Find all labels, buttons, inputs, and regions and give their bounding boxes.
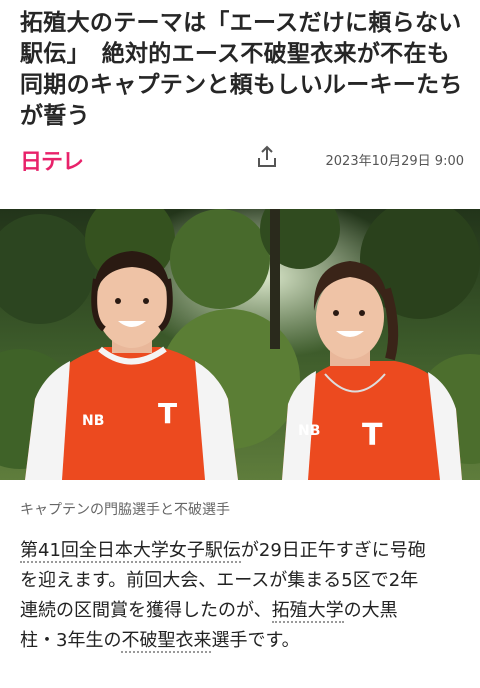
- link-takushoku-university[interactable]: 拓殖大学: [271, 600, 344, 623]
- article-meta: 日テレ 2023年10月29日 9:00: [20, 142, 464, 176]
- body-line-1: 第41回全日本大学女子駅伝が29日正午すぎに号砲: [20, 540, 426, 563]
- jersey-brand-left: NB: [82, 413, 104, 429]
- jersey-brand-right: NB: [298, 423, 320, 439]
- body-line-3: 連続の区間賞を獲得したのが、拓殖大学の大黒: [20, 600, 398, 623]
- link-fuwa-seira[interactable]: 不破聖衣来: [121, 630, 212, 653]
- body-line-2: を迎えます。前回大会、エースが集まる5区で2年: [20, 570, 419, 591]
- jersey-letter-right: T: [362, 418, 383, 453]
- body-line-4: 柱・3年生の不破聖衣来選手です。: [20, 630, 300, 653]
- article-headline: 拓殖大のテーマは「エースだけに頼らない 駅伝」 絶対的エース不破聖衣来が不在も …: [20, 8, 466, 132]
- article-body: 第41回全日本大学女子駅伝が29日正午すぎに号砲 を迎えます。前回大会、エースが…: [20, 536, 466, 656]
- article-photo: NB T NB T: [0, 209, 480, 480]
- photo-caption: キャプテンの門脇選手と不破選手: [20, 502, 230, 518]
- headline-line-4: が誓う: [20, 103, 90, 129]
- publish-date: 2023年10月29日 9:00: [325, 154, 465, 169]
- headline-line-3: 同期のキャプテンと頼もしいルーキーたち: [20, 72, 463, 98]
- headline-line-2: 駅伝」 絶対的エース不破聖衣来が不在も: [20, 41, 451, 67]
- share-icon[interactable]: [254, 144, 280, 170]
- ntv-logo[interactable]: 日テレ: [20, 144, 84, 175]
- link-womens-ekiden[interactable]: 第41回全日本大学女子駅伝: [20, 540, 241, 563]
- headline-line-1: 拓殖大のテーマは「エースだけに頼らない: [20, 10, 462, 36]
- jersey-letter-left: T: [158, 397, 177, 430]
